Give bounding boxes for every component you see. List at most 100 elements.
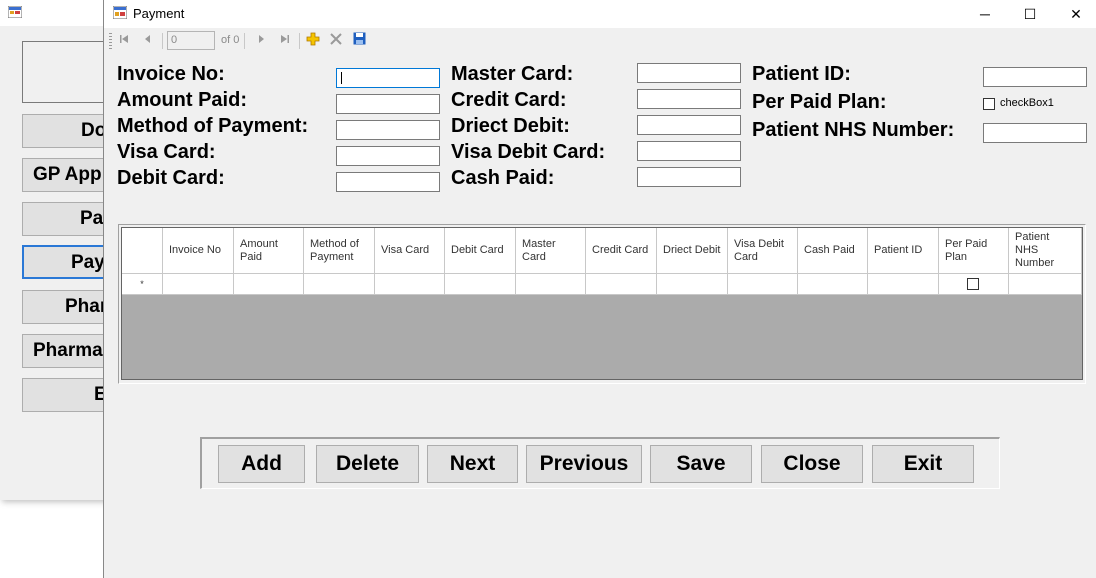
save-icon [353, 32, 365, 45]
move-first-button[interactable] [115, 32, 133, 50]
driect-debit-field[interactable] [637, 115, 741, 135]
background-picture-box [22, 41, 112, 103]
master-card-field[interactable] [637, 63, 741, 83]
add-new-button[interactable] [304, 32, 322, 50]
column-header-patient-id[interactable]: Patient ID [868, 228, 939, 274]
cash-paid-label: Cash Paid: [451, 167, 555, 189]
grid-cell[interactable] [304, 274, 375, 295]
per-paid-plan-label: Per Paid Plan: [752, 91, 887, 113]
maximize-icon: ☐ [1023, 6, 1037, 22]
grid-cell[interactable] [868, 274, 939, 295]
grid-cell[interactable] [163, 274, 234, 295]
column-header-invoice-no[interactable]: Invoice No [163, 228, 234, 274]
payment-window: Payment ─ ☐ ✕ 0 of 0 Invoice No: Amount … [103, 0, 1096, 578]
maximize-button[interactable]: ☐ [1007, 0, 1053, 28]
close-button[interactable]: Close [761, 445, 863, 483]
grid-cell[interactable] [516, 274, 586, 295]
grid-cell[interactable] [798, 274, 868, 295]
toolbar-separator [244, 33, 245, 49]
delete-record-button[interactable]: Delete [316, 445, 419, 483]
method-of-payment-label: Method of Payment: [117, 115, 309, 137]
text-caret [341, 72, 342, 84]
per-paid-plan-checkbox[interactable] [983, 98, 995, 110]
column-header-method-of-payment[interactable]: Method of Payment [304, 228, 375, 274]
credit-card-label: Credit Card: [451, 89, 567, 111]
method-of-payment-field[interactable] [336, 120, 440, 140]
delete-button[interactable] [327, 32, 345, 50]
credit-card-field[interactable] [637, 89, 741, 109]
app-icon [113, 6, 127, 19]
add-button[interactable]: Add [218, 445, 305, 483]
patient-nhs-number-field[interactable] [983, 123, 1087, 143]
patient-id-label: Patient ID: [752, 63, 851, 85]
driect-debit-label: Driect Debit: [451, 115, 570, 137]
toolbar-grip[interactable] [109, 33, 112, 49]
grid-cell[interactable] [657, 274, 728, 295]
move-first-icon [120, 35, 128, 43]
close-window-button[interactable]: ✕ [1053, 0, 1096, 28]
cash-paid-field[interactable] [637, 167, 741, 187]
column-header-per-paid-plan[interactable]: Per Paid Plan [939, 228, 1009, 274]
grid-cell[interactable] [445, 274, 516, 295]
move-next-icon [259, 35, 264, 43]
column-header-master-card[interactable]: Master Card [516, 228, 586, 274]
per-paid-plan-checkbox-label[interactable]: checkBox1 [1000, 97, 1054, 109]
window-title: Payment [133, 6, 185, 21]
delete-icon [330, 33, 342, 45]
visa-card-label: Visa Card: [117, 141, 216, 163]
debit-card-label: Debit Card: [117, 167, 225, 189]
grid-cell[interactable] [1009, 274, 1082, 295]
visa-debit-card-field[interactable] [637, 141, 741, 161]
close-icon: ✕ [1070, 6, 1082, 22]
grid-corner-header[interactable] [122, 228, 163, 274]
save-button[interactable]: Save [650, 445, 752, 483]
column-header-credit-card[interactable]: Credit Card [586, 228, 657, 274]
app-icon [8, 6, 22, 18]
column-header-visa-card[interactable]: Visa Card [375, 228, 445, 274]
new-row-marker[interactable]: * [122, 274, 163, 295]
move-last-button[interactable] [276, 32, 294, 50]
toolbar-separator [162, 33, 163, 49]
patient-nhs-number-label: Patient NHS Number: [752, 119, 955, 141]
position-textbox[interactable]: 0 [167, 31, 215, 50]
previous-button[interactable]: Previous [526, 445, 642, 483]
column-header-cash-paid[interactable]: Cash Paid [798, 228, 868, 274]
move-previous-button[interactable] [139, 32, 157, 50]
minimize-icon: ─ [980, 6, 990, 22]
master-card-label: Master Card: [451, 63, 574, 85]
invoice-no-field[interactable] [336, 68, 440, 88]
amount-paid-label: Amount Paid: [117, 89, 247, 111]
column-header-amount-paid[interactable]: Amount Paid [234, 228, 304, 274]
binding-navigator: 0 of 0 [104, 28, 1096, 54]
patient-id-field[interactable] [983, 67, 1087, 87]
debit-card-field[interactable] [336, 172, 440, 192]
payment-data-grid[interactable]: Invoice No Amount Paid Method of Payment… [121, 227, 1083, 380]
column-header-patient-nhs-number[interactable]: Patient NHS Number [1009, 228, 1082, 274]
column-header-debit-card[interactable]: Debit Card [445, 228, 516, 274]
per-paid-plan-cell-checkbox[interactable] [967, 278, 979, 290]
count-label: of 0 [221, 34, 240, 46]
visa-debit-card-label: Visa Debit Card: [451, 141, 606, 163]
invoice-no-label: Invoice No: [117, 63, 225, 85]
visa-card-field[interactable] [336, 146, 440, 166]
grid-cell-checkbox[interactable] [939, 274, 1009, 295]
minimize-button[interactable]: ─ [962, 0, 1008, 28]
move-last-icon [281, 35, 289, 43]
background-window: Do GP App Pa Pay Phar Pharma E [0, 0, 118, 500]
move-next-button[interactable] [252, 32, 270, 50]
save-item-button[interactable] [350, 32, 368, 50]
grid-cell[interactable] [234, 274, 304, 295]
grid-cell[interactable] [586, 274, 657, 295]
column-header-visa-debit-card[interactable]: Visa Debit Card [728, 228, 798, 274]
move-previous-icon [145, 35, 150, 43]
column-header-driect-debit[interactable]: Driect Debit [657, 228, 728, 274]
add-new-icon [306, 32, 320, 46]
exit-button[interactable]: Exit [872, 445, 974, 483]
next-button[interactable]: Next [427, 445, 518, 483]
background-window-titlebar [0, 0, 110, 26]
toolbar-separator [299, 33, 300, 49]
grid-cell[interactable] [375, 274, 445, 295]
amount-paid-field[interactable] [336, 94, 440, 114]
titlebar: Payment ─ ☐ ✕ [104, 0, 1096, 28]
grid-cell[interactable] [728, 274, 798, 295]
